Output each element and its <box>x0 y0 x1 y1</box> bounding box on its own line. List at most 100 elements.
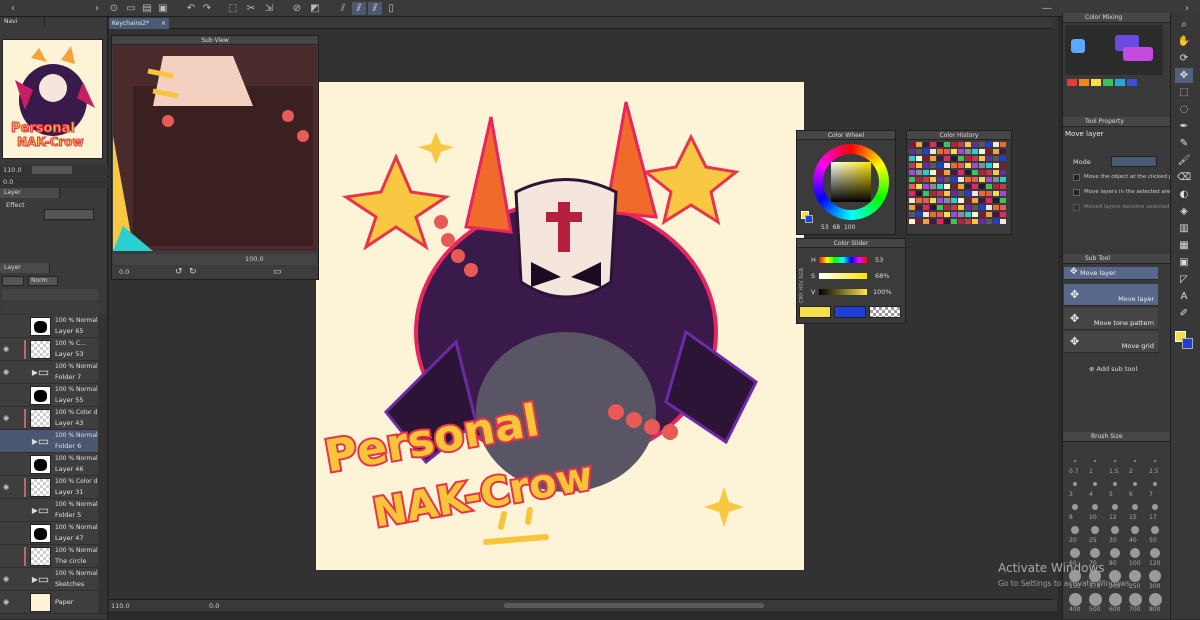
palette-red[interactable] <box>1067 79 1077 86</box>
deselect-icon[interactable]: ⊘ <box>290 2 304 15</box>
document-tab-close-icon[interactable]: × <box>161 18 166 29</box>
brush-size-dot[interactable] <box>1068 592 1082 606</box>
v-slider[interactable] <box>819 289 867 295</box>
snap-ruler-icon[interactable]: ⫽ <box>336 2 350 15</box>
history-swatch[interactable] <box>1000 142 1006 147</box>
open-file-icon[interactable]: ▤ <box>140 2 154 15</box>
option-checkbox-1[interactable] <box>1073 174 1080 181</box>
history-swatch[interactable] <box>979 149 985 154</box>
vertical-scrollbar[interactable] <box>1052 20 1058 600</box>
h-value[interactable]: 53 <box>875 256 883 264</box>
history-swatch[interactable] <box>958 170 964 175</box>
artwork-canvas[interactable]: Personal NAK-Crow <box>316 82 804 570</box>
history-swatch[interactable] <box>972 212 978 217</box>
brush-size-dot[interactable] <box>1113 482 1117 486</box>
hand-tool-icon[interactable]: ✋ <box>1175 34 1193 49</box>
history-swatch[interactable] <box>909 163 915 168</box>
history-swatch[interactable] <box>909 198 915 203</box>
history-swatch[interactable] <box>923 170 929 175</box>
visibility-eye-icon[interactable]: ◉ <box>3 483 9 491</box>
history-swatch[interactable] <box>958 156 964 161</box>
minimize-icon[interactable]: — <box>1040 2 1054 15</box>
history-swatch[interactable] <box>916 184 922 189</box>
history-swatch[interactable] <box>979 142 985 147</box>
palette-orange[interactable] <box>1079 79 1089 86</box>
history-swatch[interactable] <box>965 205 971 210</box>
sub-view-angle-value[interactable]: 0.0 <box>119 268 129 276</box>
brush-size-dot[interactable] <box>1111 526 1119 534</box>
sub-tool-header[interactable]: ✥ Move layer <box>1064 267 1158 280</box>
device-icon[interactable]: ▯ <box>384 2 398 15</box>
frame-tool-icon[interactable]: ▣ <box>1175 255 1193 270</box>
history-swatch[interactable] <box>965 170 971 175</box>
history-swatch[interactable] <box>909 170 915 175</box>
history-swatch[interactable] <box>909 212 915 217</box>
brush-size-dot[interactable] <box>1153 482 1157 486</box>
layer-lock-dropdown[interactable] <box>2 276 24 286</box>
rotate-right-icon[interactable]: ↻ <box>189 267 197 277</box>
history-swatch[interactable] <box>923 198 929 203</box>
history-swatch[interactable] <box>923 163 929 168</box>
brush-size-dot[interactable] <box>1088 592 1102 606</box>
layer-scrollbar[interactable] <box>98 315 106 615</box>
history-swatch[interactable] <box>930 212 936 217</box>
history-swatch[interactable] <box>972 142 978 147</box>
color-mixing-area[interactable] <box>1065 25 1163 75</box>
brush-size-dot[interactable] <box>1132 504 1138 510</box>
history-swatch[interactable] <box>923 184 929 189</box>
history-swatch[interactable] <box>930 184 936 189</box>
visibility-eye-icon[interactable]: ◉ <box>3 414 9 422</box>
history-swatch[interactable] <box>958 191 964 196</box>
brush-size-dot[interactable] <box>1133 482 1137 486</box>
history-swatch[interactable] <box>944 212 950 217</box>
blend-mode-select[interactable]: Norm <box>28 276 58 286</box>
saturation-value-square[interactable] <box>831 162 871 202</box>
history-swatch[interactable] <box>923 212 929 217</box>
history-swatch[interactable] <box>916 198 922 203</box>
history-swatch[interactable] <box>965 177 971 182</box>
history-swatch[interactable] <box>986 191 992 196</box>
history-swatch[interactable] <box>1000 163 1006 168</box>
history-swatch[interactable] <box>951 219 957 224</box>
history-swatch[interactable] <box>972 170 978 175</box>
history-swatch[interactable] <box>972 163 978 168</box>
history-swatch[interactable] <box>972 184 978 189</box>
sub-color-chip[interactable] <box>834 306 866 318</box>
history-swatch[interactable] <box>993 184 999 189</box>
undo-icon[interactable]: ↶ <box>184 2 198 15</box>
history-swatch[interactable] <box>930 170 936 175</box>
layer-row[interactable]: ▸▭ 100 % Normal Folder 6 <box>0 430 98 453</box>
brush-size-dot[interactable] <box>1093 482 1097 486</box>
new-file-icon[interactable]: ▭ <box>124 2 138 15</box>
history-swatch[interactable] <box>951 198 957 203</box>
history-swatch[interactable] <box>986 170 992 175</box>
tab-navigator[interactable]: Navi <box>0 17 45 27</box>
history-swatch[interactable] <box>1000 191 1006 196</box>
history-swatch[interactable] <box>979 170 985 175</box>
brush-size-dot[interactable] <box>1149 570 1161 582</box>
history-swatch[interactable] <box>937 170 943 175</box>
history-swatch[interactable] <box>951 205 957 210</box>
history-swatch[interactable] <box>930 198 936 203</box>
history-swatch[interactable] <box>930 149 936 154</box>
rotate-tool-icon[interactable]: ⟳ <box>1175 51 1193 66</box>
history-swatch[interactable] <box>1000 212 1006 217</box>
history-swatch[interactable] <box>909 219 915 224</box>
history-swatch[interactable] <box>1000 184 1006 189</box>
history-swatch[interactable] <box>965 198 971 203</box>
v-value[interactable]: 100% <box>873 288 892 296</box>
nav-zoom-value[interactable]: 110.0 <box>3 166 22 174</box>
sub-tool-move-tone[interactable]: ✥ Move tone pattern <box>1064 308 1158 330</box>
history-swatch[interactable] <box>916 191 922 196</box>
history-swatch[interactable] <box>993 142 999 147</box>
nav-angle-value[interactable]: 0.0 <box>3 178 13 186</box>
sub-view-canvas[interactable] <box>113 46 317 251</box>
pen-tool-icon[interactable]: ✎ <box>1175 136 1193 151</box>
status-angle[interactable]: 0.0 <box>209 602 219 610</box>
invert-selection-icon[interactable]: ◩ <box>308 2 322 15</box>
brush-size-grid[interactable]: 0.7 1 1.5 2 2.5 3 4 5 6 7 8 10 12 15 17 20 25 30 40 50 60 70 8… <box>1063 453 1168 619</box>
history-swatch[interactable] <box>979 212 985 217</box>
gradient-tool-icon[interactable]: ▥ <box>1175 221 1193 236</box>
layer-row[interactable]: ◉ 100 % Color d... Layer 43 <box>0 407 98 430</box>
history-swatch[interactable] <box>986 219 992 224</box>
